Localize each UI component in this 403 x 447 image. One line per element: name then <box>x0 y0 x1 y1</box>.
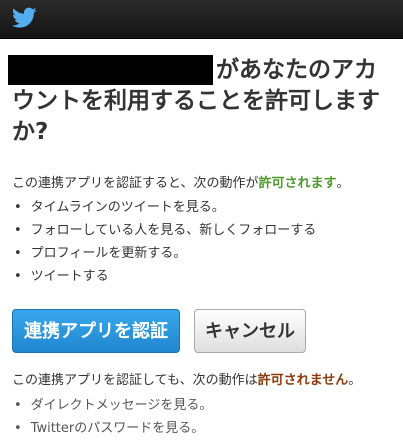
authorize-app-button[interactable]: 連携アプリを認証 <box>12 309 180 353</box>
allowed-highlight: 許可されます <box>258 176 337 191</box>
denied-intro: この連携アプリを認証しても、次の動作は許可されません。 <box>12 372 397 390</box>
list-item: ダイレクトメッセージを見る。 <box>14 394 213 417</box>
twitter-bird-icon[interactable] <box>12 7 37 29</box>
allowed-permissions-list: タイムラインのツイートを見る。 フォローしている人を見る、新しくフォローする プ… <box>14 196 317 288</box>
allowed-intro-suffix: 。 <box>336 176 350 191</box>
list-item: Twitterのパスワードを見る。 <box>14 417 212 440</box>
list-item: プロフィールを更新する。 <box>14 242 316 265</box>
allowed-intro: この連携アプリを認証すると、次の動作が許可されます。 <box>12 175 397 193</box>
denied-permissions-list: ダイレクトメッセージを見る。 Twitterのパスワードを見る。 <box>14 394 213 440</box>
allowed-intro-prefix: この連携アプリを認証すると、次の動作が <box>12 176 259 191</box>
denied-intro-prefix: この連携アプリを認証しても、次の動作は <box>12 373 258 388</box>
page-title: があなたのアカウントを利用することを許可しますか? <box>12 55 397 148</box>
list-item: タイムラインのツイートを見る。 <box>14 196 316 219</box>
denied-highlight: 許可されません <box>257 373 349 388</box>
page-title-text: があなたのアカウントを利用することを許可しますか? <box>12 57 380 145</box>
top-bar <box>0 0 403 39</box>
list-item: ツイートする <box>14 265 316 288</box>
denied-intro-suffix: 。 <box>348 373 362 388</box>
list-item: フォローしている人を見る、新しくフォローする <box>14 219 317 242</box>
cancel-button[interactable]: キャンセル <box>194 309 306 353</box>
